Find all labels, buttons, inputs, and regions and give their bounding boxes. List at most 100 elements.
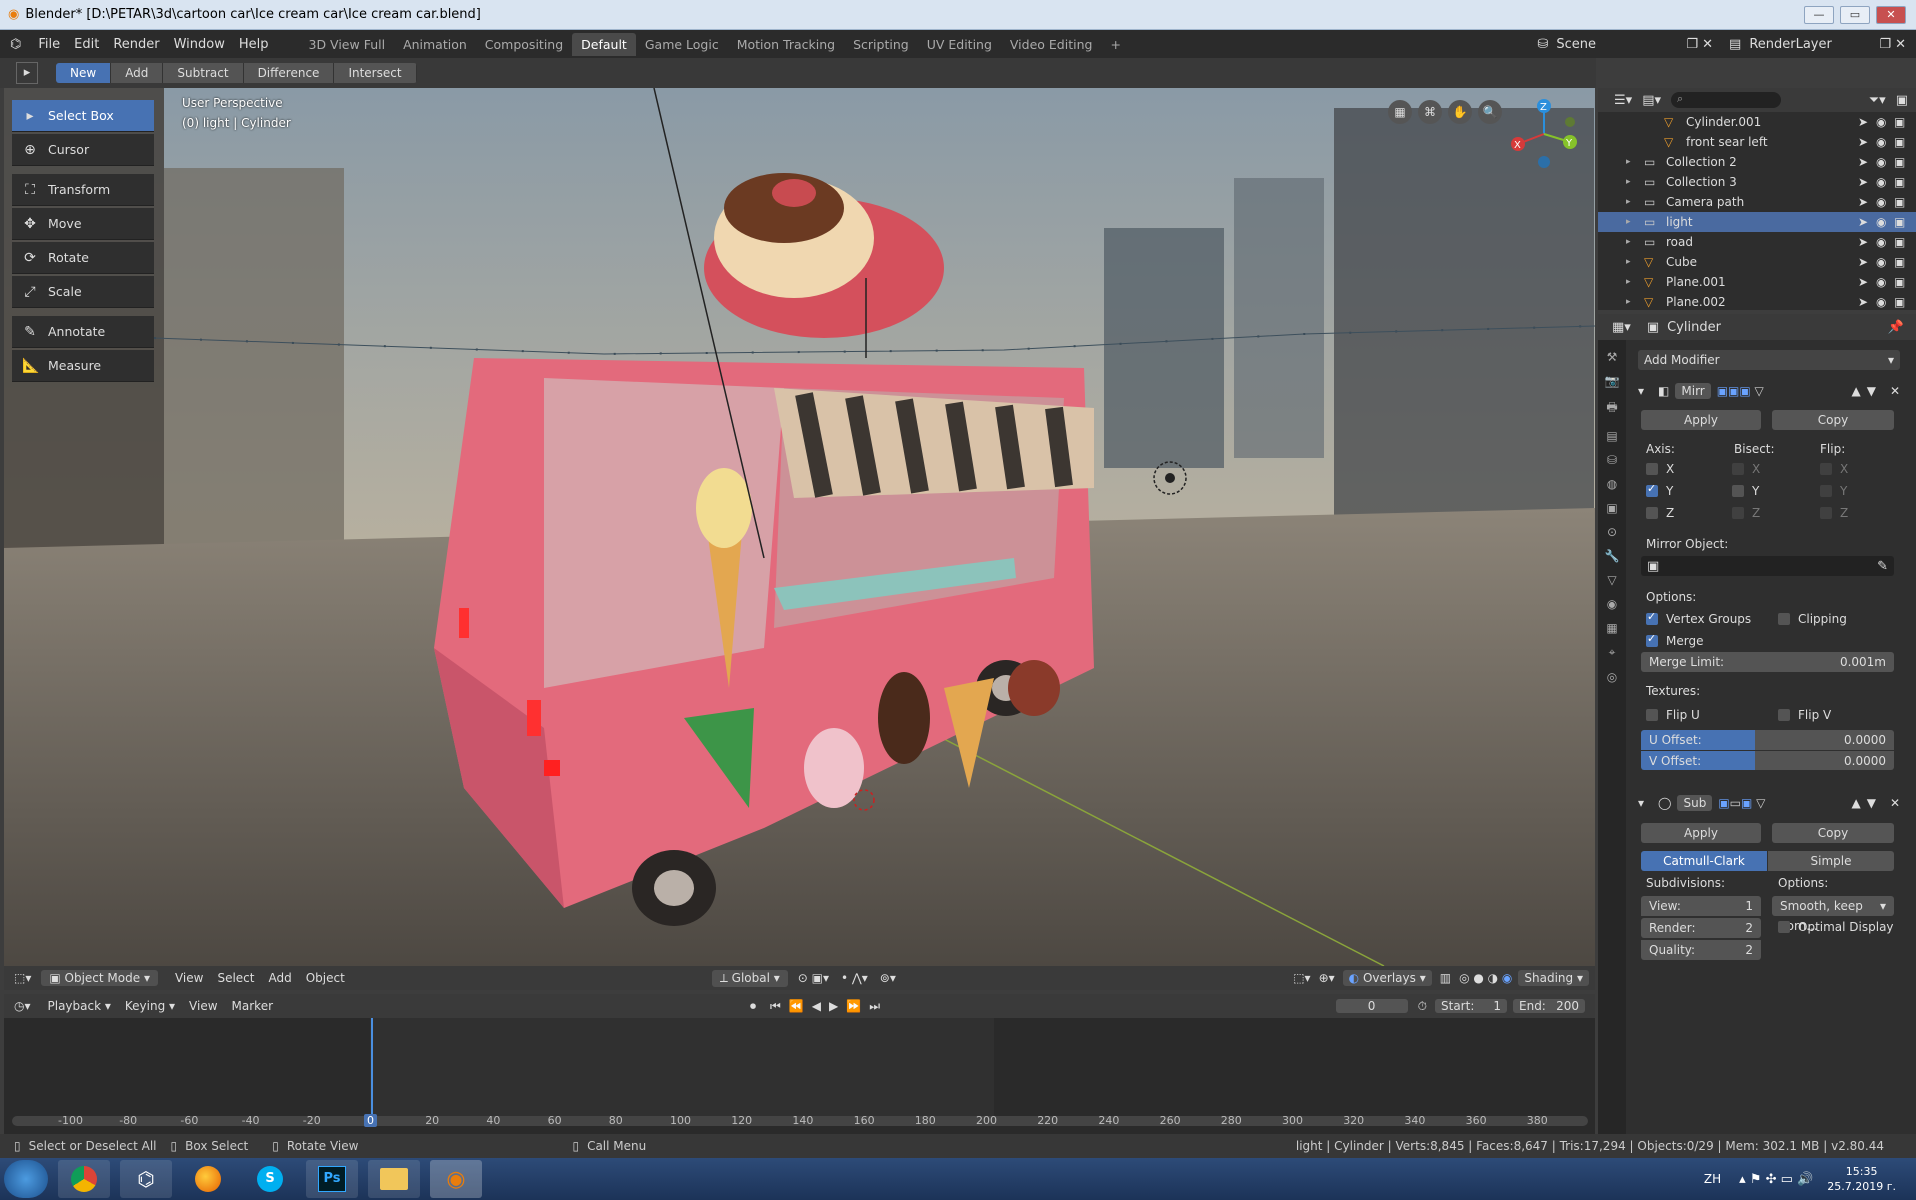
- menu-help[interactable]: Help: [232, 37, 276, 52]
- photoshop-taskbar-icon[interactable]: Ps: [306, 1160, 358, 1198]
- pin-icon[interactable]: 📌: [1888, 320, 1904, 335]
- mirror-copy-button[interactable]: Copy: [1772, 410, 1894, 430]
- timeline-menu-view[interactable]: View: [182, 999, 224, 1013]
- playhead[interactable]: [371, 1018, 373, 1124]
- tool-select-box[interactable]: ▸ Select Box: [12, 100, 154, 132]
- tool-scale[interactable]: ⤢ Scale: [12, 276, 154, 308]
- move-down-icon[interactable]: ▼: [1867, 384, 1876, 398]
- copy-render-layer-icon[interactable]: ❐ ✕: [1879, 37, 1906, 52]
- scene-tab-icon[interactable]: ⛁: [1607, 453, 1617, 467]
- camera-icon[interactable]: ▣: [1894, 115, 1916, 129]
- eye-icon[interactable]: ◉: [1876, 175, 1894, 189]
- constraints2-tab-icon[interactable]: ▦: [1606, 621, 1617, 635]
- render-layer-icon[interactable]: ▤: [1729, 37, 1741, 52]
- flip-z-checkbox[interactable]: Z: [1820, 506, 1848, 520]
- properties-editor-icon[interactable]: ▦▾: [1612, 320, 1631, 335]
- outliner-row[interactable]: ▸ ▭ road ➤ ◉ ▣: [1598, 232, 1916, 252]
- maximize-button[interactable]: ▭: [1840, 6, 1870, 24]
- outliner-row[interactable]: ▸ ▽ Plane.002 ➤ ◉ ▣: [1598, 292, 1916, 312]
- editor-type-icon[interactable]: ⬚▾: [14, 971, 31, 985]
- move-up-icon[interactable]: ▲: [1851, 796, 1860, 810]
- gizmo-toggle-icon[interactable]: ⊕▾: [1319, 971, 1335, 985]
- expand-arrow-icon[interactable]: ▸: [1626, 217, 1640, 227]
- camera-icon[interactable]: ▣: [1894, 295, 1916, 309]
- select-arrow-icon[interactable]: ➤: [1858, 295, 1876, 309]
- menu-marker[interactable]: Marker: [225, 999, 280, 1013]
- catmull-clark-button[interactable]: Catmull-Clark: [1641, 851, 1767, 871]
- merge-limit-field[interactable]: Merge Limit: 0.001m: [1641, 652, 1894, 672]
- remove-mirror-icon[interactable]: ✕: [1890, 384, 1900, 398]
- mirror-toggles[interactable]: ▣▣▣ ▽: [1717, 384, 1764, 398]
- app-taskbar-icon[interactable]: ⌬: [120, 1160, 172, 1198]
- eye-icon[interactable]: ◉: [1876, 135, 1894, 149]
- optimal-display-checkbox[interactable]: Optimal Display: [1778, 920, 1894, 934]
- overlays-dropdown[interactable]: ◐ Overlays ▾: [1342, 970, 1432, 986]
- move-up-icon[interactable]: ▲: [1851, 384, 1860, 398]
- outliner-editor-icon[interactable]: ☰▾: [1614, 93, 1632, 108]
- camera-icon[interactable]: ▣: [1894, 275, 1916, 289]
- record-icon[interactable]: ⏺: [750, 999, 756, 1014]
- tab-video-editing[interactable]: Video Editing: [1001, 33, 1102, 56]
- flip-y-checkbox[interactable]: Y: [1820, 484, 1847, 498]
- menu-window[interactable]: Window: [167, 37, 232, 52]
- subsurf-copy-button[interactable]: Copy: [1772, 823, 1894, 843]
- material-tab-icon[interactable]: ◎: [1607, 670, 1617, 684]
- subsurf-name-field[interactable]: Sub: [1677, 795, 1713, 811]
- end-frame-field[interactable]: End: 200: [1513, 999, 1585, 1013]
- scene-field[interactable]: Scene: [1556, 37, 1676, 52]
- add-modifier-dropdown[interactable]: Add Modifier ▾: [1638, 350, 1900, 370]
- shading-modes[interactable]: ◎ ● ◑ ◉: [1459, 971, 1512, 985]
- subsurf-toggles[interactable]: ▣▭▣ ▽: [1718, 796, 1765, 810]
- render-tab-icon[interactable]: 📷: [1605, 374, 1620, 388]
- camera-icon[interactable]: ▣: [1894, 255, 1916, 269]
- mode-difference-button[interactable]: Difference: [243, 63, 335, 83]
- merge-checkbox[interactable]: Merge: [1646, 632, 1703, 648]
- flip-u-checkbox[interactable]: Flip U: [1646, 708, 1700, 722]
- camera-icon[interactable]: ▣: [1894, 175, 1916, 189]
- collapse-icon[interactable]: ▾: [1638, 796, 1644, 810]
- flip-x-checkbox[interactable]: X: [1820, 462, 1848, 476]
- expand-arrow-icon[interactable]: ▸: [1626, 297, 1640, 307]
- particles-tab-icon[interactable]: ▽: [1607, 573, 1616, 587]
- tab-default[interactable]: Default: [572, 32, 636, 56]
- eye-icon[interactable]: ◉: [1876, 155, 1894, 169]
- view-layer-tab-icon[interactable]: ▤: [1606, 429, 1617, 443]
- expand-arrow-icon[interactable]: ▸: [1626, 237, 1640, 247]
- copy-scene-icon[interactable]: ❐ ✕: [1686, 37, 1713, 52]
- expand-arrow-icon[interactable]: ▸: [1626, 177, 1640, 187]
- mirror-name-field[interactable]: Mirr: [1675, 383, 1711, 399]
- constraints-tab-icon[interactable]: ⊙: [1607, 525, 1617, 539]
- move-down-icon[interactable]: ▼: [1867, 796, 1876, 810]
- simple-button[interactable]: Simple: [1768, 851, 1894, 871]
- language-indicator[interactable]: ZH: [1704, 1172, 1721, 1186]
- object-mode-dropdown[interactable]: ▣ Object Mode ▾: [41, 970, 158, 986]
- tool-transform[interactable]: ⛶ Transform: [12, 174, 154, 206]
- navigation-gizmo[interactable]: Z X Y: [1504, 94, 1584, 174]
- camera-icon[interactable]: ▣: [1894, 195, 1916, 209]
- expand-arrow-icon[interactable]: ▸: [1626, 197, 1640, 207]
- menu-keying[interactable]: Keying ▾: [118, 999, 182, 1013]
- collapse-icon[interactable]: ▾: [1638, 384, 1644, 398]
- mirror-object-field[interactable]: ▣ ✎: [1641, 556, 1894, 576]
- mode-subtract-button[interactable]: Subtract: [163, 63, 244, 83]
- mode-add-button[interactable]: Add: [111, 63, 164, 83]
- render-layer-field[interactable]: RenderLayer: [1749, 37, 1869, 52]
- menu-playback[interactable]: Playback ▾: [41, 999, 118, 1013]
- eyedropper-icon[interactable]: ✎: [1877, 559, 1888, 574]
- remove-subsurf-icon[interactable]: ✕: [1890, 796, 1900, 810]
- eye-icon[interactable]: ◉: [1876, 255, 1894, 269]
- uv-smooth-dropdown[interactable]: Smooth, keep corn... ▾: [1772, 896, 1894, 933]
- world-tab-icon[interactable]: ◍: [1607, 477, 1617, 491]
- start-button[interactable]: [4, 1160, 48, 1198]
- select-arrow-icon[interactable]: ➤: [1858, 155, 1876, 169]
- bisect-z-checkbox[interactable]: Z: [1732, 506, 1760, 520]
- u-offset-field[interactable]: U Offset: 0.0000: [1641, 730, 1894, 750]
- quality-field[interactable]: Quality: 2: [1641, 940, 1761, 960]
- select-arrow-icon[interactable]: ➤: [1858, 195, 1876, 209]
- select-arrow-icon[interactable]: ➤: [1858, 255, 1876, 269]
- modifiers-tab-icon[interactable]: 🔧: [1605, 549, 1620, 563]
- outliner-row[interactable]: ▸ ▭ light ➤ ◉ ▣: [1598, 212, 1916, 232]
- vp-menu-select[interactable]: Select: [210, 971, 261, 985]
- start-frame-field[interactable]: Start: 1: [1435, 999, 1507, 1013]
- mode-intersect-button[interactable]: Intersect: [334, 63, 417, 83]
